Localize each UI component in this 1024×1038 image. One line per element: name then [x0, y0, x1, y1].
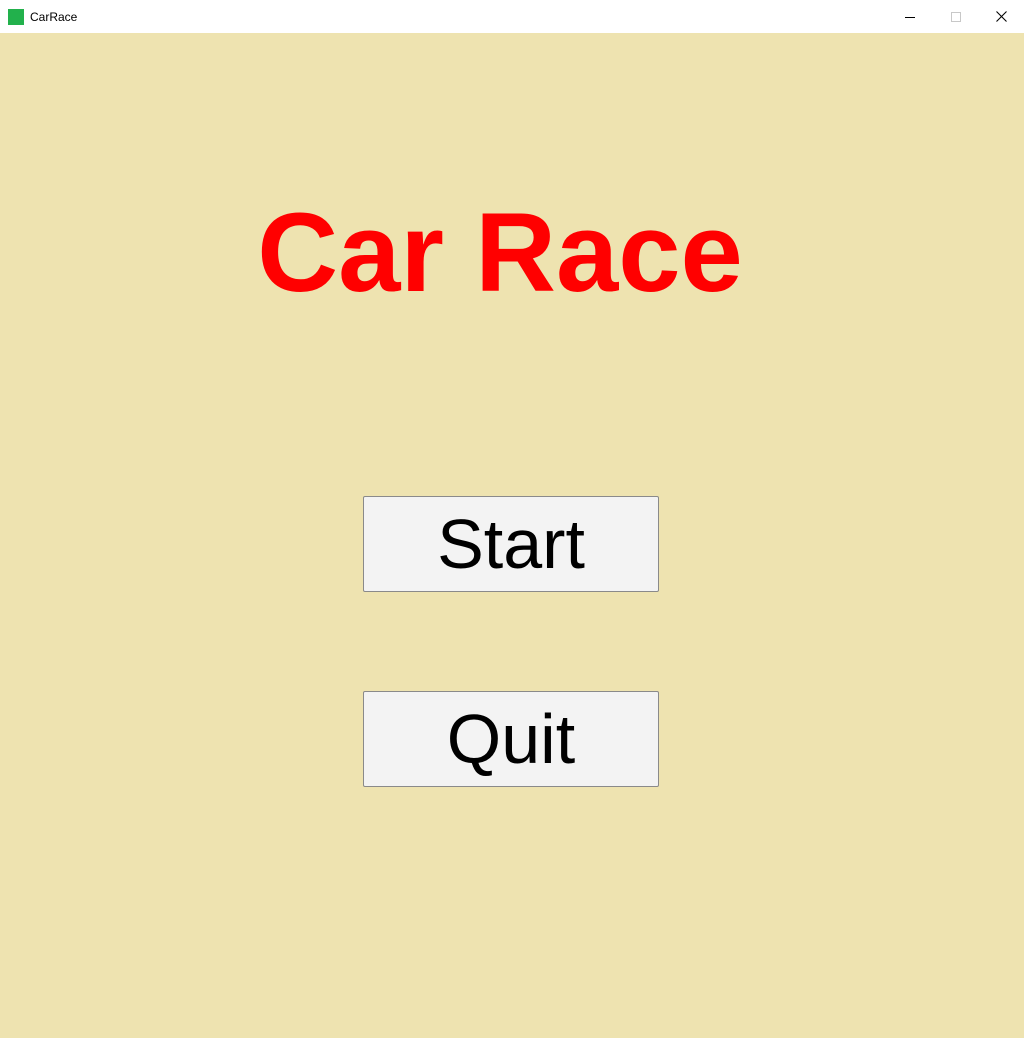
- app-window: CarRace Car Race Start Quit: [0, 0, 1024, 1038]
- minimize-icon: [905, 16, 915, 18]
- window-title: CarRace: [30, 10, 78, 24]
- start-button[interactable]: Start: [363, 496, 659, 592]
- app-icon: [8, 9, 24, 25]
- title-bar[interactable]: CarRace: [0, 0, 1024, 33]
- quit-button[interactable]: Quit: [363, 691, 659, 787]
- maximize-icon: [951, 11, 961, 22]
- close-button[interactable]: [978, 0, 1024, 33]
- close-icon: [995, 11, 1007, 22]
- game-title: Car Race: [257, 190, 743, 315]
- minimize-button[interactable]: [887, 0, 933, 33]
- game-menu-canvas: Car Race Start Quit: [0, 33, 1024, 1038]
- maximize-button[interactable]: [933, 0, 979, 33]
